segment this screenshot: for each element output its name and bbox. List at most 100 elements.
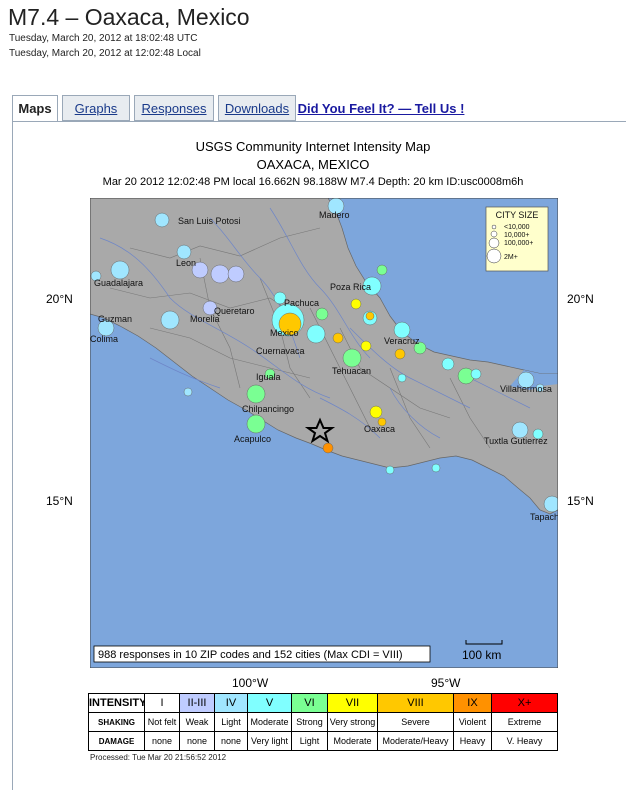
intensity-cell: VIII — [377, 693, 454, 713]
city-label: Morelia — [190, 314, 220, 324]
city-label: Mexico — [270, 328, 299, 338]
intensity-cell: IX — [453, 693, 492, 713]
map-region: OAXACA, MEXICO — [256, 157, 370, 172]
city-label: Tapachula — [530, 512, 558, 522]
intensity-cell: IV — [214, 693, 248, 713]
damage-cell: none — [179, 731, 215, 751]
intensity-map: Madero San Luis Potosi Leon Guadalajara … — [90, 198, 558, 668]
city-size-title: CITY SIZE — [496, 210, 539, 220]
tab-responses[interactable]: Responses — [134, 95, 214, 121]
response-circle — [342, 348, 362, 368]
damage-cell: none — [214, 731, 248, 751]
map-title: USGS Community Internet Intensity Map — [195, 139, 431, 154]
response-circle — [246, 414, 266, 434]
size-label: <10,000 — [504, 224, 530, 231]
response-circle — [246, 384, 266, 404]
size-circle-large — [488, 237, 500, 249]
city-label: Guadalajara — [94, 278, 143, 288]
city-label: Pachuca — [284, 298, 319, 308]
response-circle — [385, 465, 395, 475]
response-circle — [394, 348, 406, 360]
response-circle — [365, 311, 375, 321]
damage-cell: V. Heavy — [491, 731, 558, 751]
lat-label-left-20: 20°N — [46, 292, 73, 306]
shaking-cell: Strong — [291, 712, 328, 732]
lat-label-right-15: 15°N — [567, 494, 594, 508]
city-label: San Luis Potosi — [178, 216, 241, 226]
damage-cell: Moderate — [327, 731, 378, 751]
intensity-cell: I — [144, 693, 180, 713]
size-circle-xlarge — [486, 248, 502, 264]
damage-cell: Light — [291, 731, 328, 751]
response-circle — [154, 212, 170, 228]
response-circle — [110, 260, 130, 280]
damage-cell: Heavy — [453, 731, 492, 751]
city-label: Madero — [319, 210, 350, 220]
processed-timestamp: Processed: Tue Mar 20 21:56:52 2012 — [90, 753, 227, 762]
city-label: Acapulco — [234, 434, 271, 444]
tab-maps[interactable]: Maps — [12, 95, 58, 122]
intensity-cell: VII — [327, 693, 378, 713]
size-label: 10,000+ — [504, 232, 530, 239]
intensity-legend: INTENSITY I II-III IV V VI VII VIII IX X… — [88, 693, 558, 751]
damage-row: DAMAGE none none none Very light Light M… — [88, 731, 558, 751]
city-label: Poza Rica — [330, 282, 371, 292]
row-label: INTENSITY — [88, 693, 145, 713]
size-circle-medium — [490, 230, 498, 238]
response-circle — [176, 244, 192, 260]
shaking-cell: Violent — [453, 712, 492, 732]
tab-downloads[interactable]: Downloads — [218, 95, 296, 121]
damage-cell: none — [144, 731, 180, 751]
utc-time: Tuesday, March 20, 2012 at 18:02:48 UTC — [9, 33, 198, 44]
lon-label-95: 95°W — [431, 676, 461, 690]
response-circle — [369, 405, 383, 419]
city-label: Oaxaca — [364, 424, 395, 434]
lon-label-100: 100°W — [232, 676, 269, 690]
response-circle — [332, 332, 344, 344]
dyfi-link[interactable]: Did You Feel It? — Tell Us ! — [296, 95, 466, 121]
city-label: Veracruz — [384, 336, 420, 346]
intensity-cell: X+ — [491, 693, 558, 713]
city-label: Iguala — [256, 372, 281, 382]
shaking-cell: Severe — [377, 712, 454, 732]
tab-graphs[interactable]: Graphs — [62, 95, 130, 121]
city-label: Villahermosa — [500, 384, 552, 394]
scale-label: 100 km — [462, 648, 501, 662]
city-label: Chilpancingo — [242, 404, 294, 414]
response-circle — [227, 265, 245, 283]
shaking-cell: Not felt — [144, 712, 180, 732]
responses-text: 988 responses in 10 ZIP codes and 152 ci… — [98, 649, 403, 661]
damage-cell: Very light — [247, 731, 292, 751]
city-label: Tuxtla Gutierrez — [484, 436, 548, 446]
response-circle — [470, 368, 482, 380]
city-label: Queretaro — [214, 306, 255, 316]
response-circle — [543, 495, 558, 513]
shaking-cell: Weak — [179, 712, 215, 732]
city-label: Tehuacan — [332, 366, 371, 376]
response-circle — [350, 298, 362, 310]
response-circle — [306, 324, 326, 344]
intensity-row: INTENSITY I II-III IV V VI VII VIII IX X… — [88, 693, 558, 713]
response-circle — [431, 463, 441, 473]
page-title: M7.4 – Oaxaca, Mexico — [8, 4, 250, 30]
response-circle — [376, 264, 388, 276]
lat-label-right-20: 20°N — [567, 292, 594, 306]
local-time: Tuesday, March 20, 2012 at 12:02:48 Loca… — [9, 48, 201, 59]
city-label: Leon — [176, 258, 196, 268]
response-circle — [322, 442, 334, 454]
city-label: Cuernavaca — [256, 346, 305, 356]
event-info: Mar 20 2012 12:02:48 PM local 16.662N 98… — [102, 176, 524, 188]
shaking-cell: Extreme — [491, 712, 558, 732]
response-circle — [183, 387, 193, 397]
response-circle — [210, 264, 230, 284]
shaking-cell: Moderate — [247, 712, 292, 732]
response-circle — [160, 310, 180, 330]
shaking-row: SHAKING Not felt Weak Light Moderate Str… — [88, 712, 558, 732]
size-label: 100,000+ — [504, 240, 533, 247]
intensity-cell: V — [247, 693, 292, 713]
row-label: DAMAGE — [88, 731, 145, 751]
intensity-cell: II-III — [179, 693, 215, 713]
intensity-cell: VI — [291, 693, 328, 713]
shaking-cell: Very strong — [327, 712, 378, 732]
city-label: Colima — [90, 334, 118, 344]
